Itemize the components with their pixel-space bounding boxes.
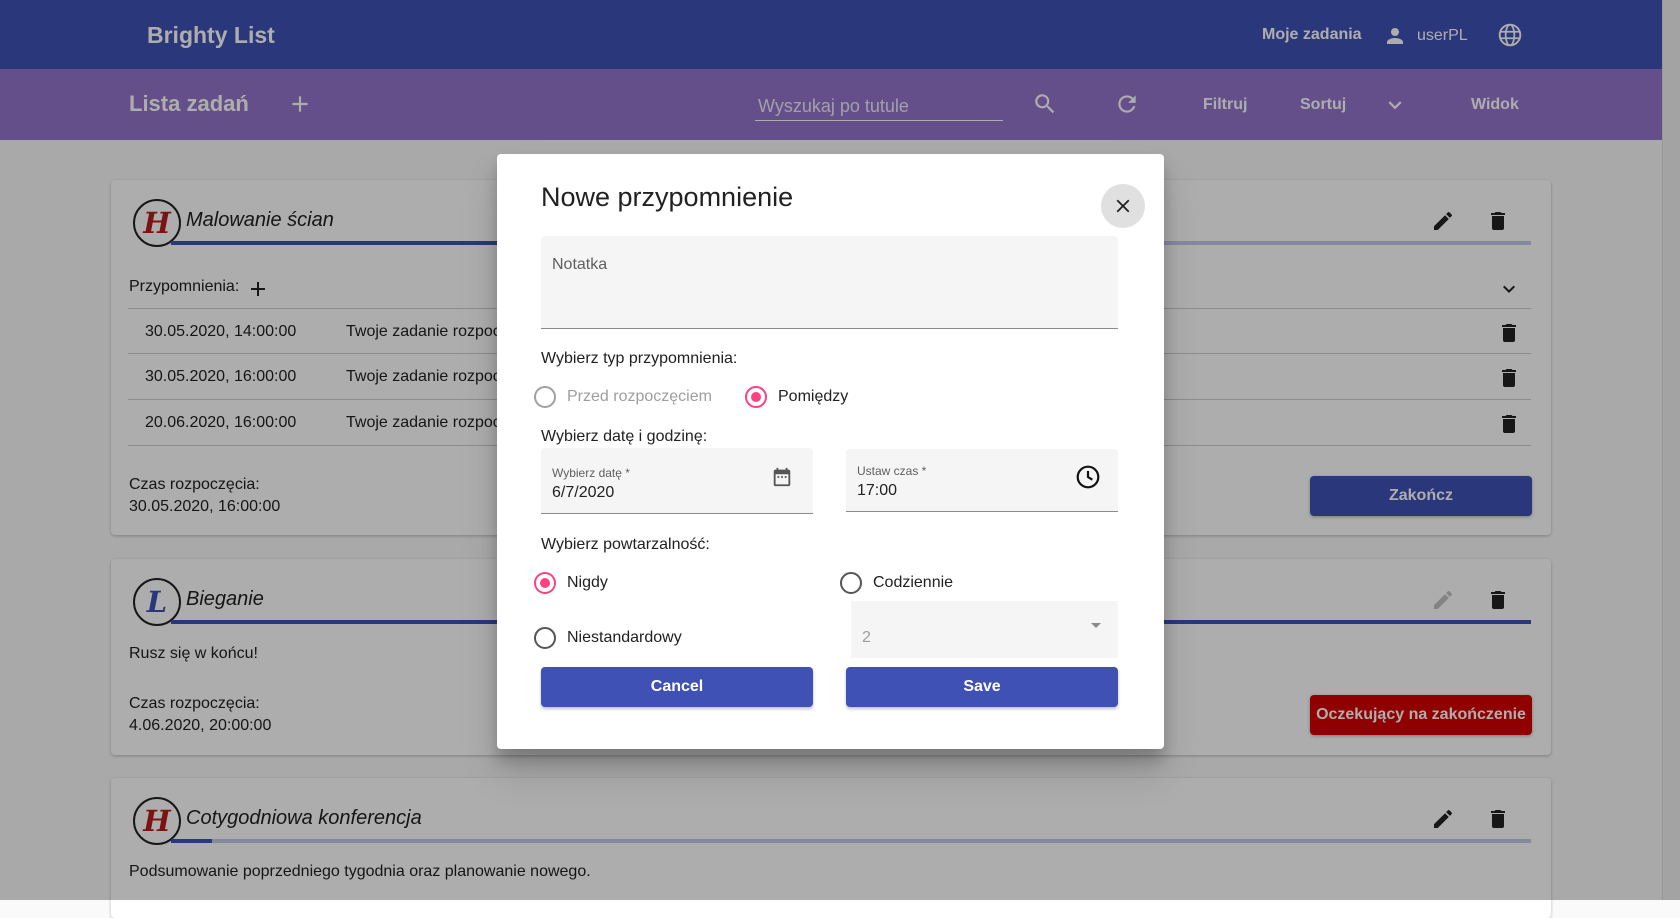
- save-button[interactable]: Save: [846, 667, 1118, 707]
- clock-icon: [1076, 465, 1100, 489]
- radio-label: Nigdy: [567, 574, 608, 591]
- calendar-icon: [773, 467, 791, 487]
- repeat-label: Wybierz powtarzalność:: [541, 536, 710, 553]
- new-reminder-dialog: Nowe przypomnienie Notatka Wybierz typ p…: [497, 154, 1164, 749]
- close-icon: [1116, 199, 1130, 213]
- radio-ring: [745, 386, 767, 408]
- close-dialog-button[interactable]: [1101, 184, 1145, 228]
- reminder-type-label: Wybierz typ przypomnienia:: [541, 350, 738, 367]
- time-label: Ustaw czas *: [857, 464, 927, 478]
- dialog-title: Nowe przypomnienie: [541, 182, 794, 212]
- datetime-label: Wybierz datę i godzinę:: [541, 428, 708, 445]
- custom-interval-select: 2: [851, 601, 1118, 658]
- time-value: 17:00: [857, 482, 898, 499]
- note-field[interactable]: Notatka: [541, 236, 1118, 329]
- dropdown-arrow-icon: [1091, 623, 1101, 628]
- radio-label: Pomiędzy: [778, 388, 849, 405]
- note-label: Notatka: [552, 256, 608, 273]
- radio-ring: [840, 572, 862, 594]
- radio-label: Przed rozpoczęciem: [567, 388, 712, 405]
- radio-custom[interactable]: Niestandardowy: [534, 627, 682, 649]
- radio-label: Codziennie: [873, 574, 954, 591]
- radio-ring: [534, 627, 556, 649]
- date-label: Wybierz datę *: [552, 466, 630, 480]
- radio-before-start: Przed rozpoczęciem: [534, 386, 712, 408]
- radio-ring: [534, 386, 556, 408]
- radio-between[interactable]: Pomiędzy: [745, 386, 848, 408]
- open-calendar-button[interactable]: [771, 466, 793, 493]
- radio-label: Niestandardowy: [567, 629, 682, 646]
- time-field[interactable]: Ustaw czas * 17:00: [846, 449, 1118, 512]
- open-clock-button[interactable]: [1075, 464, 1101, 495]
- radio-daily[interactable]: Codziennie: [840, 572, 953, 594]
- custom-interval-value: 2: [862, 629, 871, 646]
- date-value: 6/7/2020: [552, 484, 615, 501]
- date-field[interactable]: Wybierz datę * 6/7/2020: [541, 448, 813, 514]
- cancel-button[interactable]: Cancel: [541, 667, 813, 707]
- radio-never[interactable]: Nigdy: [534, 572, 608, 594]
- radio-ring: [534, 572, 556, 594]
